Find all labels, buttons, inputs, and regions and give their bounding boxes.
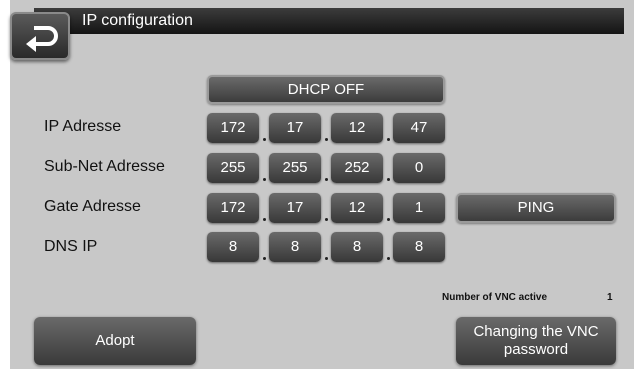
octet-separator [325, 257, 328, 260]
ip-octet-3[interactable]: 12 [331, 113, 383, 143]
back-button[interactable] [10, 12, 70, 60]
octet-separator [387, 218, 390, 221]
change-vnc-password-button[interactable]: Changing the VNC password [456, 317, 616, 365]
octet-separator [325, 178, 328, 181]
subnet-octet-3[interactable]: 252 [331, 153, 383, 183]
dns-octet-2[interactable]: 8 [269, 232, 321, 262]
subnet-octet-4[interactable]: 0 [393, 153, 445, 183]
screen [10, 0, 634, 369]
dhcp-toggle-button[interactable]: DHCP OFF [207, 75, 445, 104]
subnet-address-label: Sub-Net Adresse [44, 158, 165, 175]
octet-separator [263, 218, 266, 221]
dns-octet-3[interactable]: 8 [331, 232, 383, 262]
vnc-active-count: 1 [607, 292, 613, 303]
vnc-active-label: Number of VNC active [442, 292, 548, 303]
ip-octet-1[interactable]: 172 [207, 113, 259, 143]
octet-separator [387, 138, 390, 141]
title-bar: IP configuration [34, 8, 624, 34]
octet-separator [387, 257, 390, 260]
subnet-octet-1[interactable]: 255 [207, 153, 259, 183]
octet-separator [263, 178, 266, 181]
octet-separator [325, 218, 328, 221]
gateway-octet-4[interactable]: 1 [393, 193, 445, 223]
ping-button[interactable]: PING [456, 193, 616, 223]
octet-separator [263, 257, 266, 260]
page-title: IP configuration [82, 12, 193, 29]
ip-octet-4[interactable]: 47 [393, 113, 445, 143]
ip-address-label: IP Adresse [44, 118, 122, 135]
ip-octet-2[interactable]: 17 [269, 113, 321, 143]
return-arrow-icon [26, 26, 58, 52]
dns-ip-label: DNS IP [44, 238, 98, 255]
gateway-address-label: Gate Adresse [44, 198, 141, 215]
octet-separator [263, 138, 266, 141]
gateway-octet-3[interactable]: 12 [331, 193, 383, 223]
gateway-octet-2[interactable]: 17 [269, 193, 321, 223]
dns-octet-4[interactable]: 8 [393, 232, 445, 262]
octet-separator [387, 178, 390, 181]
adopt-button[interactable]: Adopt [34, 317, 196, 365]
vnc-password-line-1: Changing the VNC [473, 323, 599, 340]
subnet-octet-2[interactable]: 255 [269, 153, 321, 183]
gateway-octet-1[interactable]: 172 [207, 193, 259, 223]
vnc-password-line-2: password [503, 341, 569, 358]
dns-octet-1[interactable]: 8 [207, 232, 259, 262]
octet-separator [325, 138, 328, 141]
